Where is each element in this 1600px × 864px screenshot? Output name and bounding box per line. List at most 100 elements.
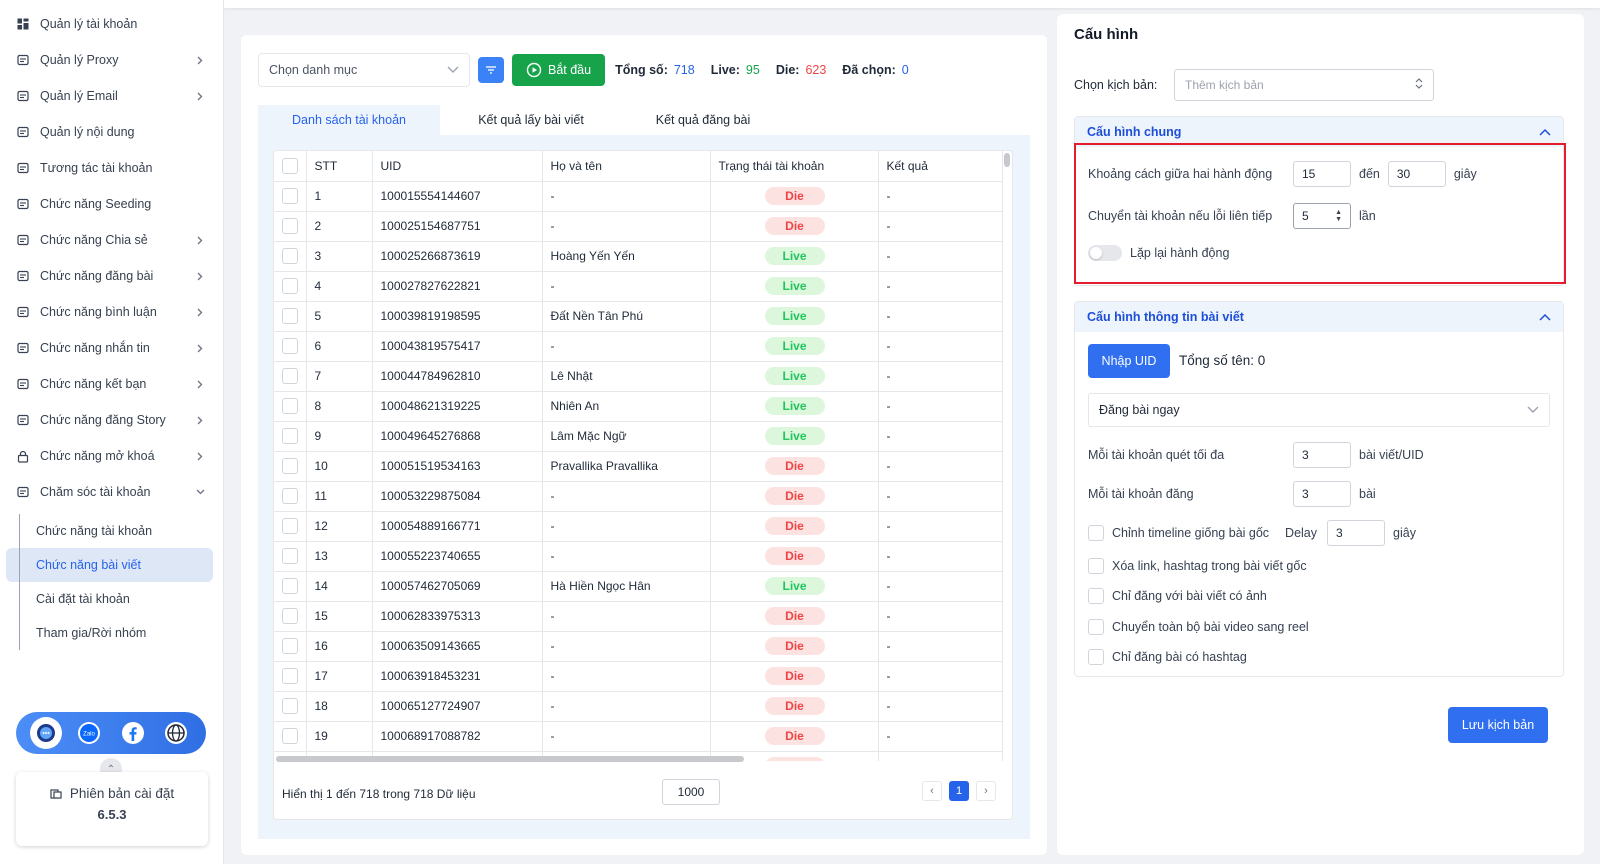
- table-row[interactable]: 16 100063509143665- Die -: [274, 631, 1003, 662]
- sidebar-item-0[interactable]: Quản lý tài khoản: [0, 6, 223, 42]
- table-row[interactable]: 19 100068917088782- Die -: [274, 721, 1003, 752]
- row-checkbox[interactable]: [282, 188, 298, 204]
- row-checkbox[interactable]: [282, 278, 298, 294]
- dashboard-icon: [16, 17, 30, 31]
- tab-scraped-posts[interactable]: Kết quả lấy bài viết: [440, 105, 622, 135]
- timeline-checkbox[interactable]: [1088, 525, 1104, 541]
- sidebar-item-5[interactable]: Chức năng Seeding: [0, 186, 223, 222]
- table-row[interactable]: 3 100025266873619 Hoàng Yến Yến Live -: [274, 241, 1003, 272]
- script-select[interactable]: Thêm kịch bản: [1174, 69, 1434, 101]
- cell-status: Live: [710, 571, 879, 602]
- prev-page-button[interactable]: ‹: [922, 781, 942, 801]
- tab-account-list[interactable]: Danh sách tài khoản: [258, 105, 440, 135]
- table-row[interactable]: 18 100065127724907- Die -: [274, 691, 1003, 722]
- row-checkbox[interactable]: [282, 428, 298, 444]
- row-checkbox[interactable]: [282, 578, 298, 594]
- import-uid-button[interactable]: Nhập UID: [1088, 344, 1170, 378]
- globe-icon[interactable]: [160, 717, 192, 749]
- cell-result: -: [878, 601, 1003, 632]
- play-circle-icon: [526, 62, 542, 78]
- cell-status: Die: [710, 661, 879, 692]
- vertical-scrollbar[interactable]: [1004, 153, 1010, 167]
- sidebar-subitem-0[interactable]: Chức năng tài khoản: [6, 514, 213, 548]
- support-icon[interactable]: [29, 717, 62, 749]
- sidebar-item-label: Tương tác tài khoản: [40, 161, 153, 175]
- header-result: Kết quả: [878, 151, 1003, 182]
- page-button-current[interactable]: 1: [949, 781, 969, 801]
- only-images-checkbox[interactable]: [1088, 588, 1104, 604]
- sidebar-subitem-1[interactable]: Chức năng bài viết: [6, 548, 213, 582]
- sidebar-item-12[interactable]: Chức năng mở khoá: [0, 438, 223, 474]
- sidebar-item-8[interactable]: Chức năng bình luận: [0, 294, 223, 330]
- table-row[interactable]: 12 100054889166771- Die -: [274, 511, 1003, 542]
- table-row[interactable]: 11 100053229875084- Die -: [274, 481, 1003, 512]
- horizontal-scrollbar[interactable]: [276, 756, 744, 762]
- sidebar-item-11[interactable]: Chức năng đăng Story: [0, 402, 223, 438]
- table-row[interactable]: 8 100048621319225 Nhiên An Live -: [274, 391, 1003, 422]
- sidebar-item-7[interactable]: Chức năng đăng bài: [0, 258, 223, 294]
- table-row[interactable]: 14 100057462705069 Hà Hiền Ngọc Hân Live -: [274, 571, 1003, 602]
- table-row[interactable]: 5 100039819198595 Đất Nền Tân Phú Live -: [274, 301, 1003, 332]
- delay-input[interactable]: 3: [1327, 520, 1386, 546]
- row-checkbox[interactable]: [282, 368, 298, 384]
- table-row[interactable]: 17 100063918453231- Die -: [274, 661, 1003, 692]
- sidebar-item-10[interactable]: Chức năng kết bạn: [0, 366, 223, 402]
- row-checkbox[interactable]: [282, 518, 298, 534]
- sidebar-item-2[interactable]: Quản lý Email: [0, 78, 223, 114]
- sidebar-subitem-3[interactable]: Tham gia/Rời nhóm: [6, 616, 213, 650]
- sidebar-item-4[interactable]: Tương tác tài khoản: [0, 150, 223, 186]
- page-size-input[interactable]: 1000: [662, 779, 720, 805]
- row-checkbox[interactable]: [282, 308, 298, 324]
- zalo-icon[interactable]: Zalo: [73, 717, 105, 749]
- row-checkbox[interactable]: [282, 218, 298, 234]
- row-checkbox[interactable]: [282, 248, 298, 264]
- row-checkbox[interactable]: [282, 338, 298, 354]
- post-count-input[interactable]: 3: [1293, 481, 1351, 507]
- table-row[interactable]: 10 100051519534163 Pravallika Pravallika Di…: [274, 451, 1003, 482]
- remove-links-checkbox[interactable]: [1088, 558, 1104, 574]
- table-row[interactable]: 6 100043819575417- Live -: [274, 331, 1003, 362]
- table-row[interactable]: 13 100055223740655- Die -: [274, 541, 1003, 572]
- row-checkbox[interactable]: [282, 608, 298, 624]
- row-checkbox[interactable]: [282, 728, 298, 744]
- table-scroll-area[interactable]: STT UID Họ và tên Trạng thái tài khoản K…: [274, 151, 1012, 761]
- to-reel-checkbox[interactable]: [1088, 619, 1104, 635]
- sidebar-item-1[interactable]: Quản lý Proxy: [0, 42, 223, 78]
- only-hashtag-checkbox[interactable]: [1088, 649, 1104, 665]
- post-config-header[interactable]: Cấu hình thông tin bài viết: [1075, 302, 1563, 332]
- table-row[interactable]: 2 100025154687751- Die -: [274, 211, 1003, 242]
- sidebar-subitem-2[interactable]: Cài đặt tài khoản: [6, 582, 213, 616]
- table-row[interactable]: 4 100027827622821- Live -: [274, 271, 1003, 302]
- status-badge: Die: [764, 487, 825, 505]
- next-page-button[interactable]: ›: [976, 781, 996, 801]
- max-scan-input[interactable]: 3: [1293, 442, 1351, 468]
- row-checkbox[interactable]: [282, 398, 298, 414]
- select-all-checkbox[interactable]: [282, 157, 298, 174]
- row-checkbox[interactable]: [282, 638, 298, 654]
- row-checkbox[interactable]: [282, 698, 298, 714]
- save-script-button[interactable]: Lưu kịch bản: [1448, 707, 1548, 743]
- row-checkbox[interactable]: [282, 548, 298, 564]
- cell-status: Die: [710, 631, 879, 662]
- sidebar-item-3[interactable]: Quản lý nội dung: [0, 114, 223, 150]
- category-select[interactable]: Chọn danh mục: [258, 53, 470, 87]
- table-row[interactable]: 15 100062833975313- Die -: [274, 601, 1003, 632]
- facebook-icon[interactable]: [117, 717, 149, 749]
- post-mode-select[interactable]: Đăng bài ngay: [1088, 393, 1550, 427]
- row-checkbox[interactable]: [282, 458, 298, 474]
- tab-post-results[interactable]: Kết quả đăng bài: [622, 105, 784, 135]
- sidebar-item-6[interactable]: Chức năng Chia sẻ: [0, 222, 223, 258]
- row-checkbox[interactable]: [282, 668, 298, 684]
- table-row[interactable]: 1 100015554144607- Die -: [274, 181, 1003, 212]
- sidebar-item-9[interactable]: Chức năng nhắn tin: [0, 330, 223, 366]
- start-button[interactable]: Bắt đầu: [512, 54, 606, 86]
- cell-status: Die: [710, 541, 879, 572]
- sidebar-item-13[interactable]: Chăm sóc tài khoản: [0, 474, 223, 510]
- table-row[interactable]: 7 100044784962810 Lê Nhật Live -: [274, 361, 1003, 392]
- chevron-right-icon: [195, 451, 205, 461]
- cell-stt: 1: [306, 181, 373, 212]
- table-row[interactable]: 9 100049645276868 Lâm Mặc Ngữ Live -: [274, 421, 1003, 452]
- row-checkbox-cell: [274, 421, 307, 452]
- row-checkbox[interactable]: [282, 488, 298, 504]
- filter-button[interactable]: [478, 57, 504, 83]
